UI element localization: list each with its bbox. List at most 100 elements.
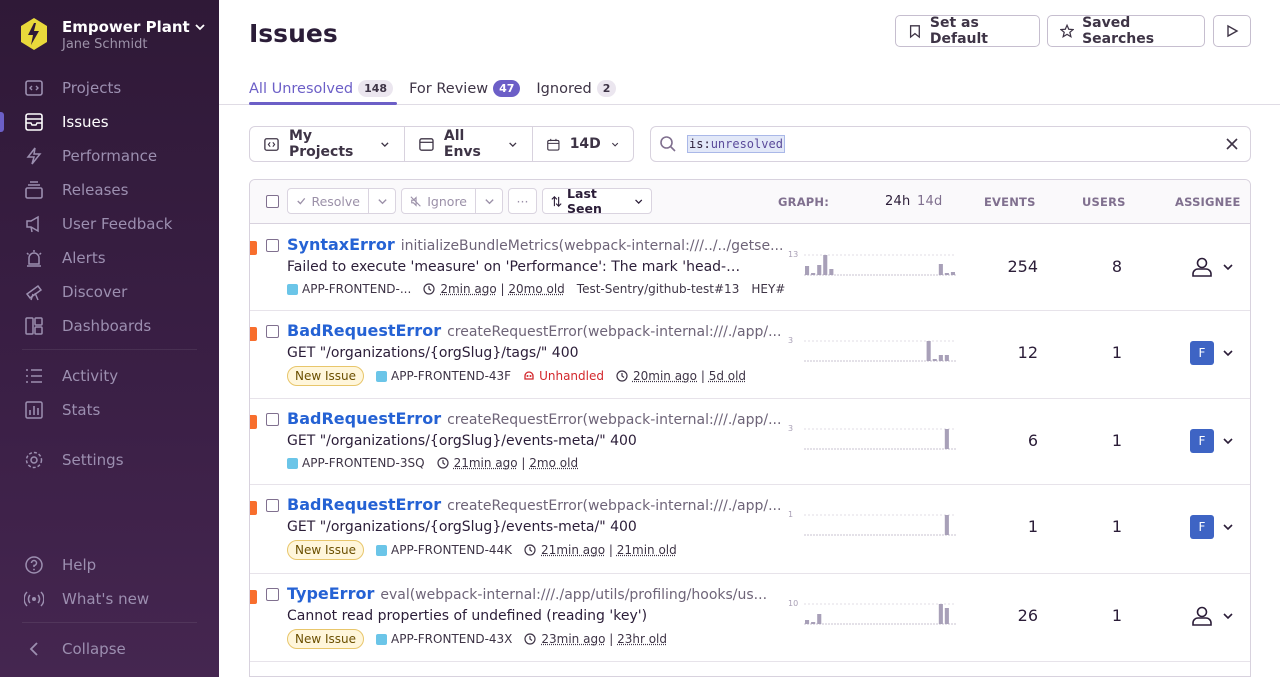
issue-graph: 3 [788, 425, 956, 450]
sidebar-item-alerts[interactable]: Alerts [0, 241, 219, 275]
assignee-selector[interactable]: F [1190, 429, 1234, 453]
issue-type[interactable]: BadRequestError [287, 495, 441, 514]
issue-row[interactable]: BadRequestError createRequestError(webpac… [250, 311, 1250, 399]
project-slug: APP-FRONTEND-44K [391, 543, 513, 557]
tab-ignored[interactable]: Ignored 2 [536, 72, 617, 105]
timestamps: 21min ago | 21min old [524, 543, 677, 557]
select-all-checkbox[interactable] [266, 195, 279, 208]
issue-row[interactable]: TypeError eval(webpack-internal:///./app/… [250, 574, 1250, 662]
events-count[interactable]: 1 [970, 517, 1038, 536]
org-switcher[interactable]: Empower Plant Jane Schmidt [20, 17, 206, 53]
issue-title[interactable]: SyntaxError initializeBundleMetrics(webpa… [287, 235, 783, 254]
assignee-selector[interactable] [1190, 255, 1234, 279]
ignore-dropdown-button[interactable] [475, 188, 503, 214]
users-count[interactable]: 8 [1062, 257, 1122, 276]
issue-type[interactable]: TypeError [287, 584, 374, 603]
project-badge[interactable]: APP-FRONTEND-43F [376, 369, 511, 383]
close-icon[interactable] [1224, 136, 1240, 152]
graph-24h-toggle[interactable]: 24h [885, 194, 910, 209]
linked-issue-extra[interactable]: HEY# [751, 282, 785, 296]
sidebar-collapse-button[interactable]: Collapse [0, 632, 219, 666]
last-seen: 2min ago [440, 282, 497, 296]
sidebar-item-whats-new[interactable]: What's new [0, 582, 219, 616]
issue-title[interactable]: BadRequestError createRequestError(webpac… [287, 321, 781, 340]
events-count[interactable]: 6 [970, 431, 1038, 450]
assignee-header: ASSIGNEE [1175, 195, 1241, 209]
date-filter[interactable]: 14D [533, 127, 633, 161]
sidebar-item-stats[interactable]: Stats [0, 393, 219, 427]
sidebar-item-performance[interactable]: Performance [0, 139, 219, 173]
issue-type[interactable]: BadRequestError [287, 409, 441, 428]
issue-title[interactable]: TypeError eval(webpack-internal:///./app/… [287, 584, 767, 603]
resolve-dropdown-button[interactable] [368, 188, 396, 214]
chevron-down-icon [1223, 264, 1233, 271]
issue-type[interactable]: SyntaxError [287, 235, 395, 254]
sidebar-item-issues[interactable]: Issues [0, 105, 219, 139]
project-badge[interactable]: APP-FRONTEND-... [287, 282, 411, 296]
set-as-default-button[interactable]: Set as Default [895, 15, 1040, 47]
chevron-left-icon [22, 637, 46, 661]
linked-issue[interactable]: Test-Sentry/github-test#13 [577, 282, 740, 296]
clock-icon [436, 457, 449, 469]
events-count[interactable]: 26 [970, 606, 1038, 625]
users-count[interactable]: 1 [1062, 343, 1122, 362]
sidebar-item-activity[interactable]: Activity [0, 359, 219, 393]
ignore-button[interactable]: Ignore [401, 188, 476, 214]
events-count[interactable]: 12 [970, 343, 1038, 362]
sort-button[interactable]: Last Seen [542, 186, 652, 216]
assignee-selector[interactable] [1190, 604, 1234, 628]
sidebar-item-settings[interactable]: Settings [0, 443, 219, 477]
main-content: Issues Set as Default Saved Searches All… [219, 0, 1280, 677]
chevron-down-icon [195, 24, 205, 31]
sidebar-item-label: Alerts [62, 249, 106, 267]
sidebar-item-dashboards[interactable]: Dashboards [0, 309, 219, 343]
environment-filter[interactable]: All Envs [405, 127, 533, 161]
issue-title[interactable]: BadRequestError createRequestError(webpac… [287, 495, 781, 514]
project-badge[interactable]: APP-FRONTEND-3SQ [287, 456, 425, 470]
graph-bar [817, 614, 822, 624]
play-button[interactable] [1213, 15, 1251, 47]
issue-title[interactable]: BadRequestError createRequestError(webpac… [287, 409, 781, 428]
assignee-selector[interactable]: F [1190, 515, 1234, 539]
search-query-token[interactable]: is:unresolved [687, 135, 785, 153]
events-count[interactable]: 254 [970, 257, 1038, 276]
divider [22, 349, 197, 350]
sidebar-item-releases[interactable]: Releases [0, 173, 219, 207]
sidebar-item-user-feedback[interactable]: User Feedback [0, 207, 219, 241]
tab-all-unresolved[interactable]: All Unresolved 148 [249, 72, 398, 105]
users-count[interactable]: 1 [1062, 431, 1122, 450]
sidebar-item-label: Discover [62, 283, 128, 301]
users-count[interactable]: 1 [1062, 606, 1122, 625]
graph-14d-toggle[interactable]: 14d [917, 194, 942, 209]
issue-checkbox[interactable] [266, 325, 279, 338]
users-count[interactable]: 1 [1062, 517, 1122, 536]
window-icon [419, 137, 434, 151]
issue-checkbox[interactable] [266, 239, 279, 252]
sidebar-item-help[interactable]: Help [0, 548, 219, 582]
issue-checkbox[interactable] [266, 413, 279, 426]
more-actions-button[interactable]: ··· [508, 188, 537, 214]
issue-checkbox[interactable] [266, 588, 279, 601]
sidebar-item-discover[interactable]: Discover [0, 275, 219, 309]
issue-checkbox[interactable] [266, 499, 279, 512]
issue-type[interactable]: BadRequestError [287, 321, 441, 340]
chevron-down-icon [381, 141, 389, 147]
avatar: F [1190, 429, 1214, 453]
issue-message: GET "/organizations/{orgSlug}/events-met… [287, 433, 637, 449]
level-indicator [250, 590, 257, 604]
project-filter[interactable]: My Projects [250, 127, 405, 161]
sidebar-item-projects[interactable]: Projects [0, 71, 219, 105]
project-badge[interactable]: APP-FRONTEND-43X [376, 632, 512, 646]
avatar: F [1190, 515, 1214, 539]
issue-row[interactable]: SyntaxError initializeBundleMetrics(webpa… [250, 225, 1250, 311]
issue-row[interactable]: BadRequestError createRequestError(webpac… [250, 399, 1250, 485]
assignee-selector[interactable]: F [1190, 341, 1234, 365]
tab-for-review[interactable]: For Review 47 [409, 72, 521, 105]
issue-row[interactable]: BadRequestError createRequestError(webpac… [250, 485, 1250, 574]
resolve-button[interactable]: Resolve [287, 188, 369, 214]
graph-bar [811, 622, 816, 624]
graph-bar [805, 620, 810, 624]
project-badge[interactable]: APP-FRONTEND-44K [376, 543, 512, 557]
saved-searches-button[interactable]: Saved Searches [1047, 15, 1205, 47]
search-input[interactable]: is:unresolved [650, 126, 1251, 162]
